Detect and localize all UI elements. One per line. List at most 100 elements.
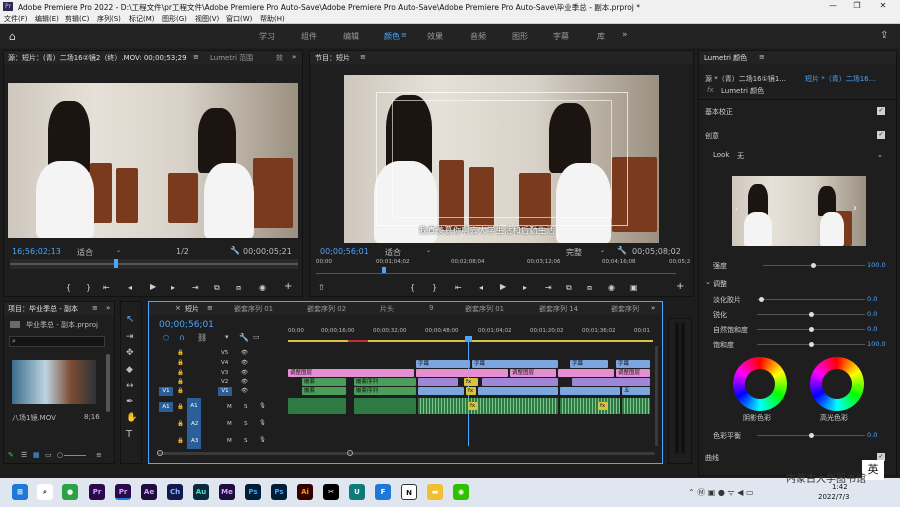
close-button[interactable]: ✕ [874,1,892,10]
workspace-color[interactable]: 颜色 [384,31,400,42]
lock-icon[interactable]: 🔒 [177,379,184,385]
scroll-handle[interactable] [157,450,163,456]
nested-clip[interactable] [482,378,558,386]
project-tab[interactable]: 项目：毕业季总 - 副本 [8,304,78,314]
menu-file[interactable]: 文件(F) [4,14,28,24]
minimize-button[interactable]: — [824,1,842,10]
fx-clip[interactable]: fx [468,402,478,410]
more-tabs-icon[interactable]: » [292,53,296,61]
audio-clip[interactable] [560,398,620,414]
step-forward-icon[interactable]: ▸ [171,283,175,292]
slip-tool-icon[interactable]: ↔ [126,381,134,391]
panel-menu-icon[interactable]: ≡ [96,451,102,459]
export-frame-icon[interactable]: ◉ [608,283,615,292]
timeline-tab[interactable]: 嵌套序列 01 [234,304,273,314]
subtitle-clip[interactable]: 字幕 [616,360,650,368]
eye-icon[interactable]: 👁 [241,379,248,385]
track-label-v2[interactable]: V2 [221,379,228,385]
clock-date[interactable]: 2022/7/3 [818,493,849,501]
home-icon[interactable]: ⌂ [9,30,16,43]
comparison-view-icon[interactable]: ▣ [630,283,638,292]
program-video-frame[interactable]: 我真羡慕你啊去大学生活和后勤生活 [344,75,659,243]
menu-marker[interactable]: 标记(M) [129,14,155,24]
add-marker-icon[interactable]: ▾ [225,333,229,341]
saturation-value[interactable]: 100.0 [867,340,886,348]
wrench-icon[interactable]: 🔧 [617,246,627,255]
source-playhead[interactable] [114,259,118,268]
go-to-out-icon[interactable]: ⇥ [192,283,199,292]
windows-start-icon[interactable]: ⊞ [12,484,28,500]
look-chevron-icon[interactable]: ⌄ [877,151,883,159]
workspace-effects[interactable]: 效果 [427,31,443,42]
tray-icons[interactable]: ⌃ Ⓜ ▣ ● ᯤ ◀ ▭ [688,487,754,498]
step-forward-icon[interactable]: ▸ [523,283,527,292]
mark-out-icon[interactable]: } [86,283,91,292]
share-icon[interactable]: ⇪ [880,30,888,41]
audio-clip[interactable] [354,398,416,414]
lock-icon[interactable]: 🔒 [177,360,184,366]
workspace-libraries[interactable]: 库 [597,31,605,42]
photoshop-alt-icon[interactable]: Ps [271,484,287,500]
audio-clip[interactable] [288,398,346,414]
menu-help[interactable]: 帮助(H) [260,14,285,24]
illustrator-icon[interactable]: Ai [297,484,313,500]
scroll-handle[interactable] [347,450,353,456]
lift-icon[interactable]: ⇧ [318,283,325,292]
highlight-tint-wheel[interactable] [810,357,864,411]
timeline-tab[interactable]: 嵌套序列 02 [307,304,346,314]
source-patch-a1[interactable]: A1 [159,402,173,412]
captions-icon[interactable]: ▭ [253,333,260,341]
go-to-in-icon[interactable]: ⇤ [455,283,462,292]
tint-balance-knob[interactable] [809,433,814,438]
list-view-icon[interactable]: ☰ [21,451,27,459]
export-frame-icon[interactable]: ◉ [259,283,266,292]
basic-correction-section[interactable]: 基本校正 [705,107,733,117]
wrench-icon[interactable]: 🔧 [230,246,240,255]
play-icon[interactable]: ▶ [500,282,506,291]
more-workspaces-icon[interactable]: » [622,30,628,40]
source-scrubber[interactable] [10,259,298,269]
lock-icon[interactable]: 🔒 [177,404,184,410]
mark-out-icon[interactable]: } [432,283,437,292]
notion-icon[interactable]: N [401,484,417,500]
adjust-chevron-icon[interactable]: ⌄ [705,278,711,286]
mark-in-icon[interactable]: { [410,283,415,292]
overwrite-icon[interactable]: ⧈ [236,283,241,293]
type-tool-icon[interactable]: T [126,429,132,440]
sharpen-knob[interactable] [809,312,814,317]
shadow-tint-wheel[interactable] [733,357,787,411]
nested-sequence-clip[interactable]: 嵌套序列 [354,387,416,395]
tint-balance-value[interactable]: 0.0 [867,431,877,439]
capcut-icon[interactable]: ✂ [323,484,339,500]
lock-icon[interactable]: 🔒 [177,350,184,356]
premiere-icon[interactable]: Pr [89,484,105,500]
source-fit-chevron-icon[interactable]: ⌄ [116,247,121,254]
mute-button[interactable]: M [227,438,232,444]
curves-section[interactable]: 曲线 [705,453,719,463]
menu-sequence[interactable]: 序列(S) [97,14,121,24]
ripple-edit-tool-icon[interactable]: ✥ [126,348,134,358]
linked-selection-icon[interactable]: ⛓ [197,333,207,342]
menu-view[interactable]: 视图(V) [195,14,219,24]
track-select-tool-icon[interactable]: ⇥ [126,332,134,342]
adjustment-layer-clip[interactable] [416,369,508,377]
audition-icon[interactable]: Au [193,484,209,500]
track-label-a3[interactable]: A3 [191,438,198,444]
workspace-audio[interactable]: 音频 [470,31,486,42]
timeline-tab-menu-icon[interactable]: ≡ [207,304,213,312]
source-video-frame[interactable] [8,83,298,238]
program-subtitle-text[interactable]: 我真羡慕你啊去大学生活和后勤生活 [419,225,555,236]
zoom-slider[interactable] [64,455,86,456]
step-back-icon[interactable]: ◂ [479,283,483,292]
lumetri-menu-icon[interactable]: ≡ [759,53,765,61]
menu-clip[interactable]: 剪辑(C) [65,14,89,24]
solo-button[interactable]: S [244,438,248,444]
tint-balance-slider[interactable] [757,433,865,438]
program-tab[interactable]: 节目：短片 [315,53,350,63]
project-tab-menu-icon[interactable]: ≡ [92,304,98,312]
timeline-tab[interactable]: 嵌套序列 [611,304,639,314]
mark-in-icon[interactable]: { [66,283,71,292]
mic-icon[interactable]: 🎙 [259,437,266,443]
solo-button[interactable]: S [244,421,248,427]
audio-clip[interactable] [418,398,558,414]
